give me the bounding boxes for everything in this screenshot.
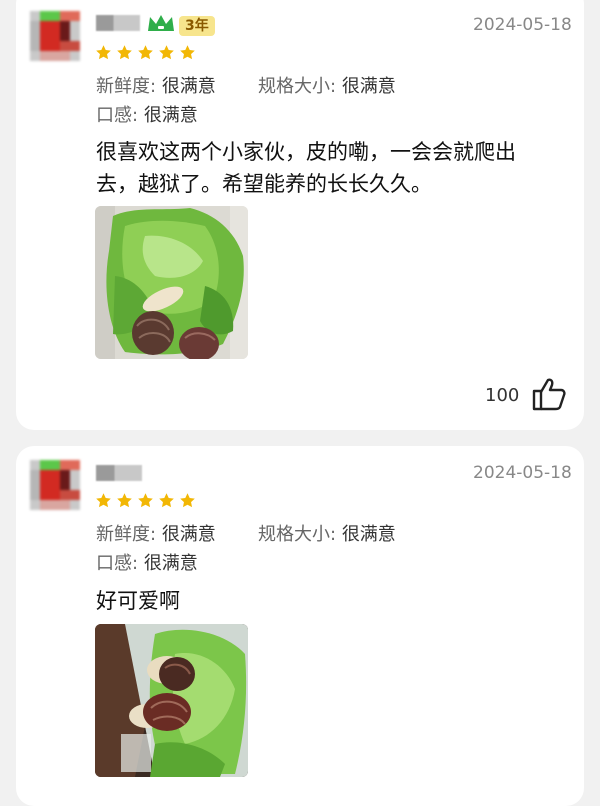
attribute-freshness: 新鲜度: 很满意 xyxy=(96,520,216,546)
star-icon xyxy=(117,493,132,508)
avatar[interactable] xyxy=(30,11,80,61)
attribute-taste: 口感: 很满意 xyxy=(96,101,198,127)
star-icon xyxy=(138,493,153,508)
star-icon xyxy=(138,45,153,60)
attribute-value: 很满意 xyxy=(143,105,198,126)
crown-icon xyxy=(148,15,174,31)
snail-on-lettuce-image xyxy=(95,624,248,777)
review-card: 2024-05-18 新鲜度: 很满意 规格大小: 很满意 口感: 很满意 好可… xyxy=(16,446,584,806)
attribute-key: 口感: xyxy=(96,105,139,126)
avatar[interactable] xyxy=(30,460,80,510)
review-text: 好可爱啊 xyxy=(96,585,180,617)
like-count: 100 xyxy=(485,385,520,406)
attribute-value: 很满意 xyxy=(161,524,216,545)
attribute-value: 很满意 xyxy=(341,76,396,97)
attribute-key: 规格大小: xyxy=(258,524,337,545)
review-text-line: 很喜欢这两个小家伙，皮的嘞，一会会就爬出 xyxy=(96,140,516,164)
attribute-key: 新鲜度: xyxy=(96,524,157,545)
star-icon xyxy=(96,45,111,60)
star-icon xyxy=(180,45,195,60)
star-icon xyxy=(117,45,132,60)
rating-stars xyxy=(95,492,196,509)
attribute-value: 很满意 xyxy=(341,524,396,545)
attribute-size: 规格大小: 很满意 xyxy=(258,72,396,98)
attribute-taste: 口感: 很满意 xyxy=(96,549,198,575)
star-icon xyxy=(159,493,174,508)
review-photo[interactable] xyxy=(95,624,248,777)
attribute-key: 新鲜度: xyxy=(96,76,157,97)
review-date: 2024-05-18 xyxy=(473,15,572,35)
attribute-value: 很满意 xyxy=(161,76,216,97)
star-icon xyxy=(96,493,111,508)
thumbs-up-icon[interactable] xyxy=(531,377,567,411)
review-photo[interactable] xyxy=(95,206,248,359)
star-icon xyxy=(159,45,174,60)
avatar-image xyxy=(30,460,80,510)
username-blurred[interactable] xyxy=(96,15,140,31)
star-icon xyxy=(180,493,195,508)
review-text-line: 去，越狱了。希望能养的长长久久。 xyxy=(96,172,432,196)
attribute-key: 口感: xyxy=(96,553,139,574)
review-text: 很喜欢这两个小家伙，皮的嘞，一会会就爬出 去，越狱了。希望能养的长长久久。 xyxy=(96,136,516,200)
attribute-size: 规格大小: 很满意 xyxy=(258,520,396,546)
attribute-value: 很满意 xyxy=(143,553,198,574)
attribute-key: 规格大小: xyxy=(258,76,337,97)
review-text-line: 好可爱啊 xyxy=(96,589,180,613)
review-date: 2024-05-18 xyxy=(473,463,572,483)
level-badge: 3年 xyxy=(179,16,215,36)
avatar-image xyxy=(30,11,80,61)
rating-stars xyxy=(95,44,196,61)
snail-on-lettuce-image xyxy=(95,206,248,359)
attribute-freshness: 新鲜度: 很满意 xyxy=(96,72,216,98)
username-blurred[interactable] xyxy=(96,465,142,481)
review-card: 3年 2024-05-18 新鲜度: 很满意 规格大小: 很满意 口感: 很满意… xyxy=(16,0,584,430)
